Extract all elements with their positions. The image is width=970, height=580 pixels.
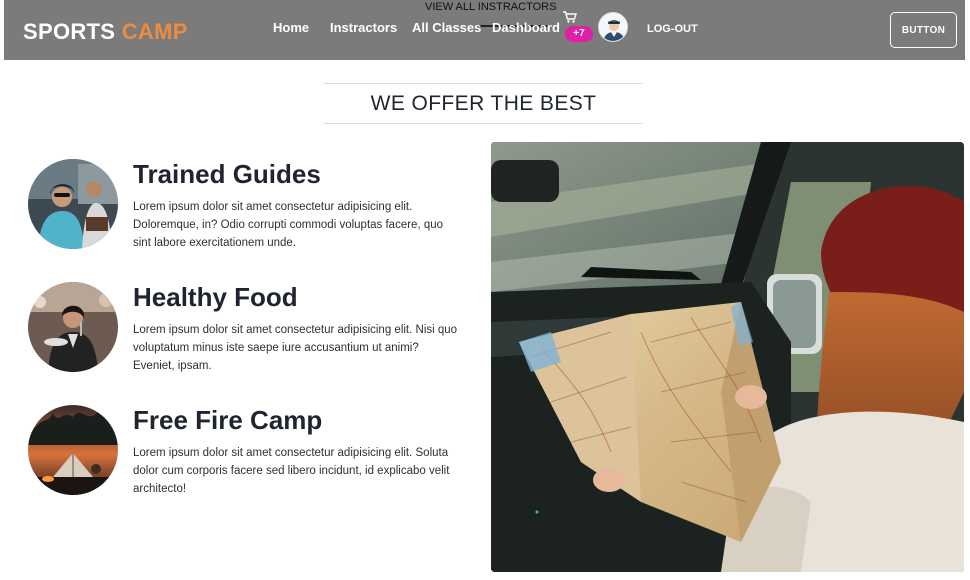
logo-main-text: SPORTS bbox=[23, 19, 116, 44]
feature-title: Trained Guides bbox=[133, 159, 321, 189]
fire-camp-photo bbox=[28, 405, 118, 495]
user-avatar[interactable] bbox=[598, 12, 628, 42]
nav-link-dashboard[interactable]: Dashboard bbox=[492, 20, 560, 35]
nav-action-button[interactable]: BUTTON bbox=[890, 12, 957, 48]
view-all-instructors-link[interactable]: VIEW ALL INSTRACTORS bbox=[425, 1, 556, 13]
feature-description: Lorem ipsum dolor sit amet consectetur a… bbox=[133, 447, 450, 495]
trained-guides-photo bbox=[28, 159, 118, 249]
feature-title: Free Fire Camp bbox=[133, 405, 323, 435]
section-title: WE OFFER THE BEST bbox=[370, 91, 597, 115]
site-logo[interactable]: SPORTS CAMP bbox=[23, 19, 188, 45]
logo-accent-text: CAMP bbox=[121, 19, 188, 44]
feature-title: Healthy Food bbox=[133, 282, 298, 312]
section-header: WE OFFER THE BEST bbox=[324, 83, 643, 124]
navbar: SPORTS CAMP VIEW ALL INSTRACTORS Home In… bbox=[4, 0, 965, 60]
nav-link-home[interactable]: Home bbox=[273, 20, 309, 35]
healthy-food-photo bbox=[28, 282, 118, 372]
cart-icon[interactable] bbox=[563, 11, 577, 23]
nav-link-instructors[interactable]: Instractors bbox=[330, 20, 397, 35]
feature-description: Lorem ipsum dolor sit amet consectetur a… bbox=[133, 324, 458, 372]
hero-image-map-reading bbox=[491, 142, 964, 572]
logout-link[interactable]: LOG-OUT bbox=[647, 23, 698, 35]
feature-description: Lorem ipsum dolor sit amet consectetur a… bbox=[133, 201, 444, 249]
cart-count-badge: +7 bbox=[565, 26, 593, 42]
nav-link-all-classes[interactable]: All Classes bbox=[412, 20, 481, 35]
